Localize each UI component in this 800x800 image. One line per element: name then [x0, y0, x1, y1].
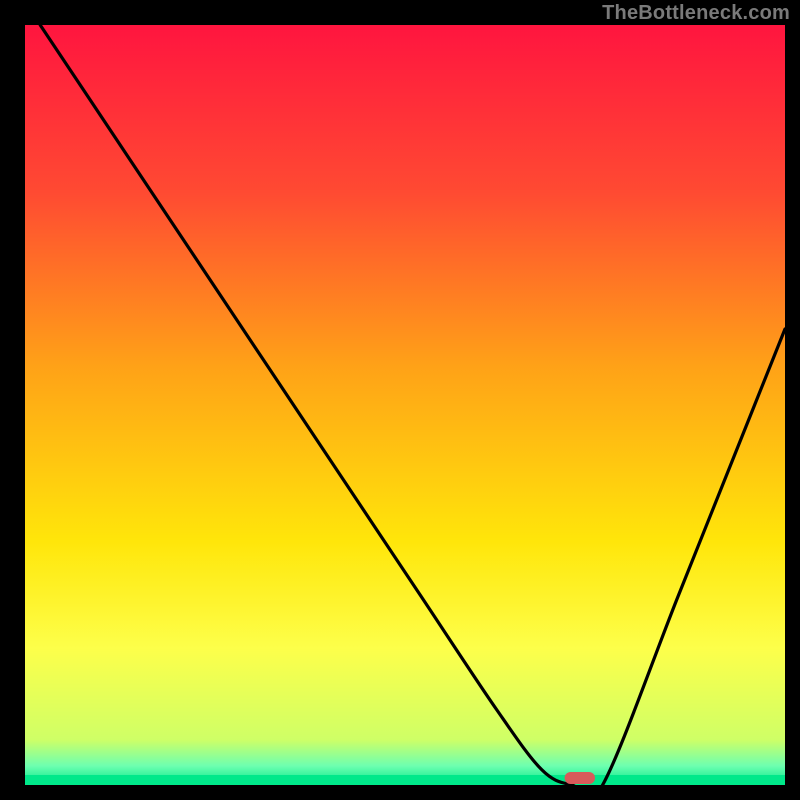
optimal-marker — [565, 772, 595, 784]
bottleneck-chart — [0, 0, 800, 800]
watermark-text: TheBottleneck.com — [602, 2, 790, 25]
baseline-strip — [25, 775, 785, 785]
chart-container: TheBottleneck.com — [0, 0, 800, 800]
plot-background — [25, 25, 785, 785]
